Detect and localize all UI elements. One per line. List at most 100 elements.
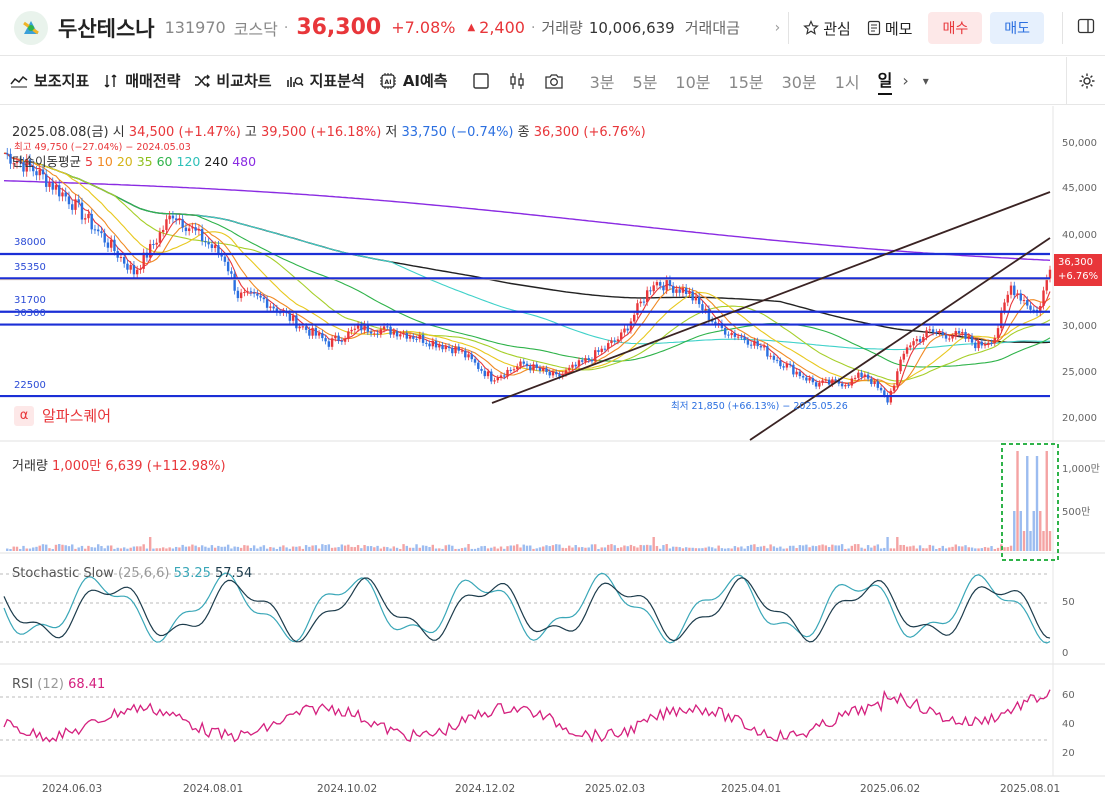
ai-predict-button[interactable]: AI AI예측 xyxy=(379,70,448,91)
chevron-right-icon[interactable]: › xyxy=(902,71,908,90)
volume-bar xyxy=(568,545,571,551)
shuffle-icon xyxy=(195,74,211,87)
candle-body xyxy=(113,239,116,252)
candle-body xyxy=(795,371,798,375)
candle-body xyxy=(321,333,324,339)
candle-body xyxy=(165,219,168,230)
candle-body xyxy=(587,358,590,360)
candle-body xyxy=(119,257,123,259)
candle-body xyxy=(402,333,405,335)
memo-label: 메모 xyxy=(884,19,913,38)
high-pct: (+16.18%) xyxy=(310,125,382,140)
stock-name[interactable]: 두산테스나 xyxy=(58,13,155,43)
timeframe-day[interactable]: 일 xyxy=(877,67,893,95)
candle-body xyxy=(399,334,402,337)
alphasquare-badge[interactable]: α 알파스퀘어 xyxy=(14,405,111,426)
strategy-button[interactable]: 매매전략 xyxy=(103,70,180,91)
candle-body xyxy=(853,377,857,379)
settings-icon[interactable] xyxy=(1066,57,1105,104)
volume-bar xyxy=(447,544,451,551)
volume-bar xyxy=(623,545,626,551)
y-tick-30000: 30,000 xyxy=(1062,321,1097,332)
sidebar-toggle-icon[interactable] xyxy=(1077,17,1095,39)
ai-label: AI예측 xyxy=(402,72,448,90)
candle-body xyxy=(265,299,269,308)
volume-bar xyxy=(720,548,724,551)
volume-bar xyxy=(71,544,74,551)
volume-bar xyxy=(197,547,201,551)
timeframe-30min[interactable]: 30분 xyxy=(782,69,817,93)
volume-bar xyxy=(1003,547,1006,551)
candle-body xyxy=(93,229,97,231)
volume-bar xyxy=(749,544,753,551)
candle-body xyxy=(944,334,948,339)
candle-body xyxy=(801,376,805,378)
moving-average-legend: 단순이동평균 5 10 20 35 60 120 240 480 xyxy=(12,151,256,170)
volume-bar xyxy=(389,548,392,551)
chevron-right-icon[interactable]: › xyxy=(775,20,781,36)
candle-body xyxy=(850,378,854,386)
candle-body xyxy=(38,169,41,176)
volume-bar xyxy=(905,546,909,551)
candle-body xyxy=(467,354,470,358)
indicator-button[interactable]: 보조지표 xyxy=(10,70,89,91)
candle-body xyxy=(1003,302,1006,311)
volume-bar xyxy=(1019,511,1022,551)
volume-bar xyxy=(545,545,548,551)
volume-bar xyxy=(1000,544,1003,551)
volume-bar xyxy=(837,545,841,551)
square-draw-icon[interactable] xyxy=(472,72,490,90)
candle-body xyxy=(191,227,194,229)
ma-5: 5 xyxy=(85,154,93,169)
timeframe-5min[interactable]: 5분 xyxy=(633,69,658,93)
chevron-down-icon[interactable]: ▾ xyxy=(923,74,929,88)
candle-body xyxy=(369,331,373,334)
memo-button[interactable]: 메모 xyxy=(867,18,913,39)
open-value: 34,500 xyxy=(128,125,175,140)
candlestick-icon[interactable] xyxy=(508,72,526,90)
candle-body xyxy=(948,338,951,340)
volume-bar xyxy=(558,544,561,551)
stochastic-k: 53.25 xyxy=(173,566,211,581)
price-chart-canvas[interactable] xyxy=(0,0,1105,800)
candle-body xyxy=(733,332,737,337)
camera-icon[interactable] xyxy=(544,72,564,90)
volume-bar xyxy=(944,548,948,551)
candle-body xyxy=(382,326,386,330)
volume-unit: 1,000만 xyxy=(52,459,102,474)
candle-body xyxy=(844,385,847,387)
buy-button[interactable]: 매수 xyxy=(928,12,983,44)
volume-bar xyxy=(844,548,847,551)
analysis-button[interactable]: 지표분석 xyxy=(286,70,365,91)
timeframe-10min[interactable]: 10분 xyxy=(675,69,710,93)
candle-body xyxy=(327,341,331,347)
candle-body xyxy=(668,279,672,286)
candle-body xyxy=(918,339,922,342)
volume-bar xyxy=(525,545,529,551)
volume-bar xyxy=(532,548,535,551)
candle-body xyxy=(451,348,454,354)
candle-body xyxy=(931,329,935,333)
candle-body xyxy=(655,282,659,286)
candle-body xyxy=(87,214,90,219)
volume-bar xyxy=(288,548,292,551)
timeframe-15min[interactable]: 15분 xyxy=(729,69,764,93)
compare-button[interactable]: 비교차트 xyxy=(194,70,272,91)
candle-body xyxy=(935,332,938,334)
timeframe-3min[interactable]: 3분 xyxy=(590,69,615,93)
candle-body xyxy=(866,374,870,379)
candle-body xyxy=(1019,293,1022,301)
volume-bar xyxy=(353,547,357,551)
watch-button[interactable]: 관심 xyxy=(803,18,851,39)
volume-bar xyxy=(213,547,217,551)
trend-line xyxy=(491,191,1051,404)
candle-body xyxy=(870,378,873,385)
timeframe-1hour[interactable]: 1시 xyxy=(835,69,860,93)
candle-body xyxy=(213,245,217,248)
volume-bar xyxy=(655,546,659,551)
candle-body xyxy=(759,346,763,348)
sell-button[interactable]: 매도 xyxy=(990,12,1044,44)
candle-body xyxy=(100,231,103,234)
stock-header: 두산테스나 131970 코스닥 · 36,300 +7.08% ▲ 2,400… xyxy=(0,0,1105,56)
volume-bar xyxy=(343,545,347,551)
